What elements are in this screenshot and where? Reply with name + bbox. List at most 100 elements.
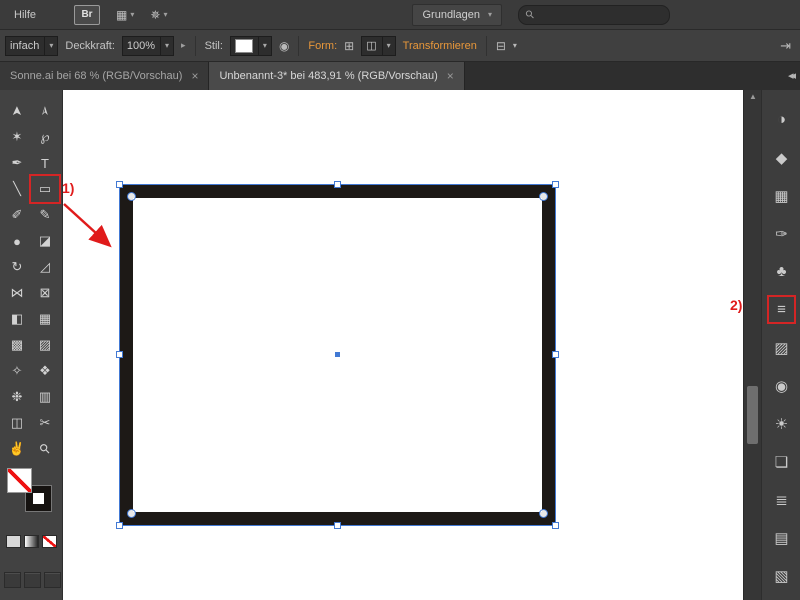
mesh-tool[interactable]: ▩ [3,332,31,358]
brushes-panel-icon[interactable]: ✑ [769,221,794,246]
document-info-panel-icon[interactable]: ▧ [769,563,794,588]
tools-grid: ➤ ➢ ✶ ℘ ✒ T ╲ ▭ ✐ ✎ ● ◪ ↻ ◿ ⋈ ⊠ ◧ ▦ ▩ ▨ … [0,90,62,462]
fill-color-swatch[interactable] [7,468,32,493]
rectangle-tool[interactable]: ▭ [31,176,59,202]
draw-normal-button[interactable] [4,572,21,588]
search-input[interactable] [539,8,662,22]
selection-handle[interactable] [116,522,123,529]
symbols-panel-icon[interactable]: ♣ [769,259,794,284]
selection-handle[interactable] [552,351,559,358]
dock-control-icon[interactable]: ⇥ [780,38,791,54]
eyedropper-tool[interactable]: ✧ [3,358,31,384]
stroke-panel-icon[interactable]: ≡ [769,297,794,322]
caret-down-icon: ▾ [130,10,134,19]
scale-tool[interactable]: ◿ [31,254,59,280]
center-point [335,352,340,357]
shape-mode-icon: ◫ [366,39,376,52]
column-graph-tool[interactable]: ▥ [31,384,59,410]
document-tab-bar: Sonne.ai bei 68 % (RGB/Vorschau) × Unben… [0,62,800,91]
search-field[interactable]: ⚲ [518,5,670,25]
blend-tool[interactable]: ❖ [31,358,59,384]
none-button[interactable] [42,535,57,548]
draw-behind-button[interactable] [24,572,41,588]
color-button[interactable] [6,535,21,548]
appearance-panel-icon[interactable]: ☀ [769,411,794,436]
color-panel-icon[interactable]: ◑ [769,107,794,132]
selection-handle[interactable] [334,181,341,188]
artboard[interactable] [63,90,743,600]
color-guide-panel-icon[interactable]: ◆ [769,145,794,170]
free-transform-tool[interactable]: ⊠ [31,280,59,306]
selection-handle[interactable] [334,522,341,529]
bridge-button[interactable]: Br [74,5,100,25]
transform-link[interactable]: Transformieren [403,40,477,52]
corner-widget[interactable] [539,509,548,518]
line-tool[interactable]: ╲ [3,176,31,202]
selection-handle[interactable] [116,351,123,358]
layers-panel-icon[interactable]: ≣ [769,487,794,512]
scroll-up-icon[interactable]: ▲ [744,92,762,101]
pen-tool[interactable]: ✒ [3,150,31,176]
paintbrush-tool[interactable]: ✐ [3,202,31,228]
selection-handle[interactable] [552,522,559,529]
opacity-stepper-icon[interactable]: ▸ [181,40,186,51]
draw-mode-buttons [4,572,61,588]
graphic-styles-panel-icon[interactable]: ❏ [769,449,794,474]
workspace-switcher[interactable]: Grundlagen ▾ [412,4,502,26]
tab-sonne[interactable]: Sonne.ai bei 68 % (RGB/Vorschau) × [0,62,209,90]
pencil-tool[interactable]: ✎ [31,202,59,228]
transparency-panel-icon[interactable]: ◉ [769,373,794,398]
opacity-select[interactable]: 100% ▾ [122,36,174,56]
symbol-sprayer-tool[interactable]: ❉ [3,384,31,410]
type-tool[interactable]: T [31,150,59,176]
width-tool[interactable]: ⋈ [3,280,31,306]
eraser-tool[interactable]: ◪ [31,228,59,254]
gradient-button[interactable] [24,535,39,548]
corner-widget[interactable] [127,192,136,201]
shape-builder-tool[interactable]: ◧ [3,306,31,332]
sparkle-icon: ✵ [150,8,160,22]
selection-handle[interactable] [552,181,559,188]
app-bar: Hilfe Br ▦ ▾ ✵ ▾ Grundlagen ▾ ⚲ [0,0,800,30]
draw-inside-button[interactable] [44,572,61,588]
artboard-tool[interactable]: ◫ [3,410,31,436]
vertical-scrollbar[interactable]: ▲ [743,90,761,600]
menu-hilfe[interactable]: Hilfe [10,7,40,23]
direct-selection-tool[interactable]: ➢ [32,97,58,125]
caret-down-icon: ▾ [258,37,267,55]
shape-properties-icon[interactable]: ⊞ [344,39,354,53]
selection-handle[interactable] [116,181,123,188]
gradient-tool[interactable]: ▨ [31,332,59,358]
align-caret-icon[interactable]: ▾ [513,41,517,50]
arrange-documents-button[interactable]: ▦ ▾ [116,8,134,22]
close-icon[interactable]: × [191,69,198,83]
search-icon: ⚲ [523,7,538,22]
selection-tool[interactable]: ➤ [4,97,30,125]
corner-widget[interactable] [127,509,136,518]
scrollbar-thumb[interactable] [747,386,758,444]
perspective-grid-tool[interactable]: ▦ [31,306,59,332]
shape-mode-select[interactable]: ◫ ▾ [361,36,395,56]
lasso-tool[interactable]: ℘ [31,124,59,150]
drawn-rectangle[interactable] [120,185,555,525]
magic-wand-tool[interactable]: ✶ [3,124,31,150]
paint-style-buttons [6,535,57,548]
corner-widget[interactable] [539,192,548,201]
collapse-panels-icon[interactable]: ◂◂ [788,69,793,82]
width-profile-value: infach [10,40,39,52]
close-icon[interactable]: × [447,69,454,83]
swatches-panel-icon[interactable]: ▦ [769,183,794,208]
blob-brush-tool[interactable]: ● [3,228,31,254]
tab-unbenannt-3[interactable]: Unbenannt-3* bei 483,91 % (RGB/Vorschau)… [209,62,464,90]
form-link[interactable]: Form: [308,40,337,52]
artboards-panel-icon[interactable]: ▤ [769,525,794,550]
align-icon[interactable]: ⊟ [496,39,506,53]
gradient-panel-icon[interactable]: ▨ [769,335,794,360]
width-profile-select[interactable]: infach ▾ [5,36,58,56]
extras-button[interactable]: ✵ ▾ [150,8,167,22]
recolor-artwork-icon[interactable]: ◉ [279,39,289,53]
style-select[interactable]: ▾ [230,36,272,56]
rotate-tool[interactable]: ↻ [3,254,31,280]
opacity-value: 100% [127,40,155,52]
divider [486,36,487,56]
